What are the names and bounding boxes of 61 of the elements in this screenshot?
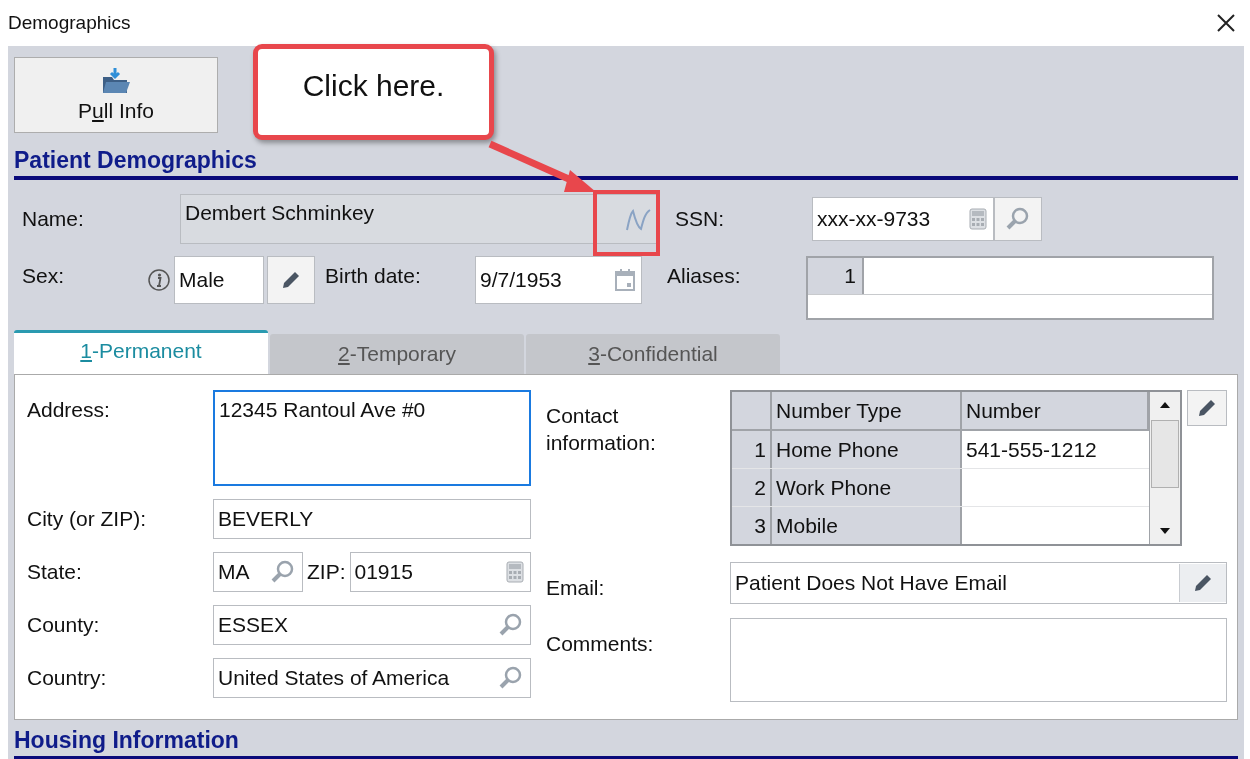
calendar-icon[interactable] (615, 269, 635, 291)
window-title: Demographics (8, 12, 131, 34)
field-label: ZIP: (307, 560, 346, 584)
pencil-icon (1192, 572, 1214, 594)
search-button[interactable] (994, 197, 1042, 241)
tab[interactable]: 1-Permanent (14, 330, 268, 374)
search-icon[interactable] (498, 665, 524, 691)
field-label: County: (27, 612, 101, 638)
field-label: City (or ZIP): (27, 506, 147, 532)
info-icon[interactable] (147, 268, 171, 292)
field-label: State: (27, 559, 83, 585)
edit-button[interactable] (267, 256, 315, 304)
table-cell: Mobile (772, 507, 962, 544)
folder-icon (101, 67, 131, 95)
field-label: Contact information: (546, 403, 657, 457)
highlight-frame (593, 190, 660, 256)
edit-button[interactable] (1179, 564, 1226, 602)
pencil-icon (1196, 397, 1218, 419)
table-cell: Work Phone (772, 469, 962, 506)
field-label: Email: (546, 575, 606, 601)
section-heading: Housing Information (14, 727, 1238, 759)
row-number: 1 (808, 258, 864, 294)
calculator-icon[interactable] (506, 561, 524, 583)
pull-info-button[interactable]: Pull Info (14, 57, 218, 133)
table-cell: Home Phone (772, 431, 962, 468)
field-label: Birth date: (324, 263, 422, 288)
field-label: Name: (22, 207, 85, 231)
field-label: Address: (27, 397, 111, 423)
ssn-field[interactable]: xxx-xx-9733 (812, 197, 994, 241)
birth-date-field[interactable]: 9/7/1953 (475, 256, 642, 304)
field-label: Aliases: (666, 263, 742, 288)
row-number: 3 (732, 507, 772, 544)
zip-field[interactable]: 01915 (349, 552, 531, 592)
search-icon (1005, 206, 1031, 232)
close-icon[interactable] (1216, 13, 1236, 33)
search-icon[interactable] (498, 612, 524, 638)
city-field[interactable]: BEVERLY (213, 499, 531, 539)
search-icon[interactable] (270, 559, 296, 585)
address-field[interactable]: 12345 Rantoul Ave #0 (213, 390, 531, 486)
scrollbar[interactable] (1149, 392, 1180, 544)
comments-field[interactable] (730, 618, 1227, 702)
edit-button[interactable] (1187, 390, 1227, 426)
tab[interactable]: 2-Temporary (270, 334, 524, 374)
callout: Click here. (253, 44, 494, 140)
sex-field[interactable]: Male (174, 256, 264, 304)
calculator-icon[interactable] (969, 208, 987, 230)
row-number: 1 (732, 431, 772, 468)
row-number: 2 (732, 469, 772, 506)
field-label: Country: (27, 665, 108, 691)
field-label: Comments: (546, 631, 655, 657)
pencil-icon (280, 269, 302, 291)
aliases-grid[interactable]: 1 (806, 256, 1214, 320)
county-field[interactable]: ESSEX (213, 605, 531, 645)
field-label: Sex: (22, 263, 66, 288)
field-label: SSN: (674, 207, 725, 231)
tab[interactable]: 3-Confidential (526, 334, 780, 374)
country-field[interactable]: United States of America (213, 658, 531, 698)
email-field[interactable]: Patient Does Not Have Email (730, 562, 1227, 604)
section-heading: Patient Demographics (14, 147, 1238, 180)
state-field[interactable]: MA (213, 552, 303, 592)
contact-grid[interactable]: Number Type Number 1 Home Phone 541-555-1212 2 Work Phone 3 Mobile (730, 390, 1182, 546)
